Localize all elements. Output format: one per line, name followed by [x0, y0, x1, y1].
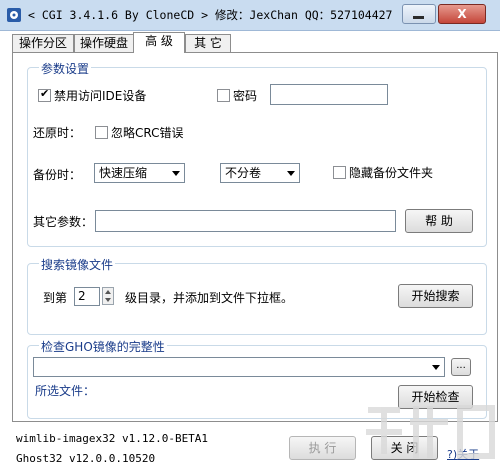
ide-access-checkbox[interactable]: ✔ — [38, 87, 51, 102]
chevron-down-icon — [172, 171, 180, 176]
ide-access-label: 禁用访问IDE设备 — [54, 89, 147, 103]
level-stepper[interactable] — [102, 287, 114, 305]
spin-up-icon — [105, 290, 111, 294]
tab-other[interactable]: 其 它 — [185, 34, 231, 52]
tab-disk[interactable]: 操作硬盘 — [74, 34, 134, 52]
backup-label: 备份时： — [33, 168, 82, 182]
ghost-version: Ghost32 v12.0.0.10520 — [16, 452, 156, 465]
password-label: 密码 — [233, 89, 258, 103]
app-icon — [7, 8, 21, 22]
image-file-select[interactable] — [33, 357, 445, 377]
search-level-input[interactable]: 2 — [74, 287, 100, 306]
app-window: < CGI 3.4.1.6 By CloneCD > 修改：JexChan QQ… — [0, 0, 500, 475]
tab-partition[interactable]: 操作分区 — [12, 34, 74, 52]
check-group-title: 检查GHO镜像的完整性 — [39, 338, 167, 355]
tab-advanced[interactable]: 高 级 — [133, 32, 185, 53]
ignore-crc-label: 忽略CRC错误 — [111, 126, 184, 140]
chevron-down-icon — [287, 171, 295, 176]
close-window-button[interactable]: X — [438, 4, 486, 24]
restore-label: 还原时： — [33, 126, 82, 140]
other-params-input[interactable] — [95, 210, 396, 232]
search-suffix: 级目录，并添加到文件下拉框。 — [125, 291, 294, 305]
minimize-button[interactable] — [402, 4, 436, 24]
start-search-button[interactable]: 开始搜索 — [398, 284, 473, 308]
chevron-down-icon — [432, 365, 440, 370]
selected-file-label: 所选文件： — [35, 384, 96, 398]
search-group-title: 搜索镜像文件 — [39, 256, 116, 273]
window-title: < CGI 3.4.1.6 By CloneCD > 修改：JexChan QQ… — [28, 8, 393, 22]
help-button[interactable]: 帮 助 — [405, 209, 473, 233]
watermark-logo — [366, 405, 495, 459]
compress-select[interactable]: 快速压缩 — [94, 163, 185, 183]
search-prefix: 到第 — [43, 291, 68, 305]
spin-down-icon — [105, 298, 111, 302]
browse-button[interactable]: ... — [451, 358, 471, 376]
title-bar[interactable]: < CGI 3.4.1.6 By CloneCD > 修改：JexChan QQ… — [0, 0, 500, 31]
split-select[interactable]: 不分卷 — [220, 163, 300, 183]
execute-button[interactable]: 执 行 — [289, 436, 356, 460]
params-group-title: 参数设置 — [39, 60, 92, 77]
tab-panel: 参数设置 ✔ 禁用访问IDE设备 密码 还原时： 忽略CRC错误 备份时： 快速… — [12, 52, 498, 422]
hide-backup-checkbox[interactable] — [333, 166, 346, 179]
minimize-icon — [413, 16, 424, 19]
check-icon: ✔ — [40, 87, 50, 100]
other-params-label: 其它参数： — [33, 215, 94, 229]
wimlib-version: wimlib-imagex32 v1.12.0-BETA1 — [16, 432, 209, 445]
password-input[interactable] — [270, 84, 388, 105]
split-select-value: 不分卷 — [225, 166, 262, 180]
hide-backup-label: 隐藏备份文件夹 — [349, 166, 434, 180]
ignore-crc-checkbox[interactable] — [95, 126, 108, 139]
password-checkbox[interactable] — [217, 89, 230, 102]
compress-select-value: 快速压缩 — [99, 166, 148, 180]
